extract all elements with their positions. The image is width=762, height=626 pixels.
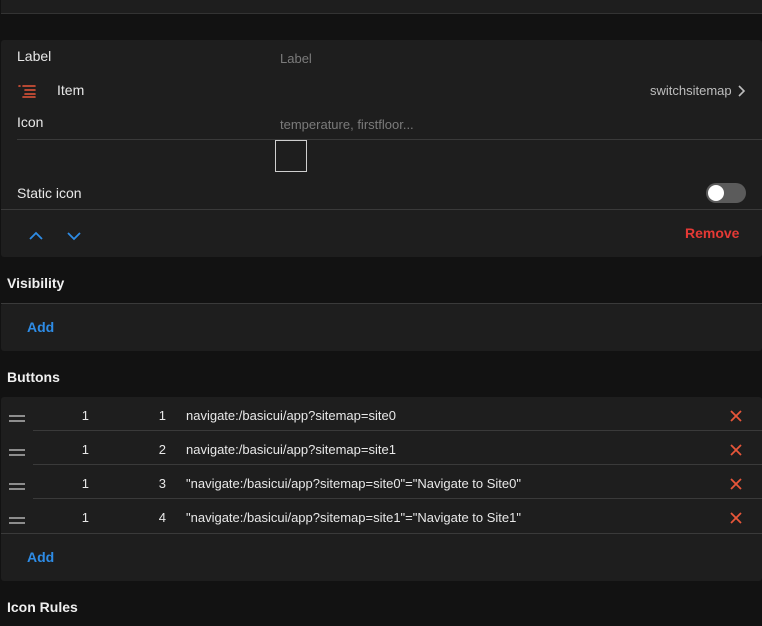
- drag-handle-icon[interactable]: [9, 478, 25, 490]
- list-icon: [18, 84, 38, 98]
- close-icon[interactable]: [729, 409, 743, 423]
- divider: [33, 498, 762, 499]
- button-row: 1: [81, 408, 89, 423]
- drag-handle-icon[interactable]: [9, 444, 25, 456]
- label-field-label: Label: [17, 48, 52, 64]
- visibility-add-button[interactable]: Add: [27, 319, 54, 335]
- button-row: 1: [81, 442, 89, 457]
- close-icon[interactable]: [729, 511, 743, 525]
- button-row: 1: [81, 510, 89, 525]
- button-column: 1: [158, 408, 166, 423]
- divider: [1, 209, 762, 210]
- divider: [1, 13, 762, 14]
- divider: [1, 533, 762, 534]
- divider: [33, 430, 762, 431]
- visibility-title: Visibility: [7, 275, 65, 291]
- button-column: 2: [158, 442, 166, 457]
- button-column: 4: [158, 510, 166, 525]
- visibility-card: [1, 303, 762, 351]
- label-input[interactable]: Label: [280, 51, 312, 66]
- icon-rules-title: Icon Rules: [7, 599, 78, 615]
- widget-config-card: [1, 40, 762, 257]
- button-command[interactable]: "navigate:/basicui/app?sitemap=site0"="N…: [186, 476, 521, 491]
- buttons-title: Buttons: [7, 369, 60, 385]
- close-icon[interactable]: [729, 477, 743, 491]
- button-column: 3: [158, 476, 166, 491]
- close-icon[interactable]: [729, 443, 743, 457]
- item-field-label: Item: [57, 82, 85, 98]
- drag-handle-icon[interactable]: [9, 512, 25, 524]
- move-up-icon[interactable]: [28, 229, 44, 241]
- divider: [33, 464, 762, 465]
- drag-handle-icon[interactable]: [9, 410, 25, 422]
- static-icon-toggle[interactable]: [706, 183, 746, 203]
- chevron-right-icon[interactable]: [736, 84, 746, 98]
- button-row: 1: [81, 476, 89, 491]
- top-card-remnant: [1, 0, 762, 13]
- icon-input[interactable]: temperature, firstfloor...: [280, 117, 414, 132]
- icon-preview-box: [275, 140, 307, 172]
- buttons-add-button[interactable]: Add: [27, 549, 54, 565]
- icon-field-underline: [17, 139, 762, 140]
- toggle-knob: [708, 185, 724, 201]
- button-command[interactable]: navigate:/basicui/app?sitemap=site0: [186, 408, 396, 423]
- remove-button[interactable]: Remove: [685, 225, 739, 241]
- button-command[interactable]: navigate:/basicui/app?sitemap=site1: [186, 442, 396, 457]
- button-command[interactable]: "navigate:/basicui/app?sitemap=site1"="N…: [186, 510, 521, 525]
- static-icon-label: Static icon: [17, 185, 82, 201]
- item-value[interactable]: switchsitemap: [650, 83, 732, 98]
- move-down-icon[interactable]: [66, 229, 82, 241]
- icon-field-label: Icon: [17, 114, 44, 130]
- divider: [1, 303, 762, 304]
